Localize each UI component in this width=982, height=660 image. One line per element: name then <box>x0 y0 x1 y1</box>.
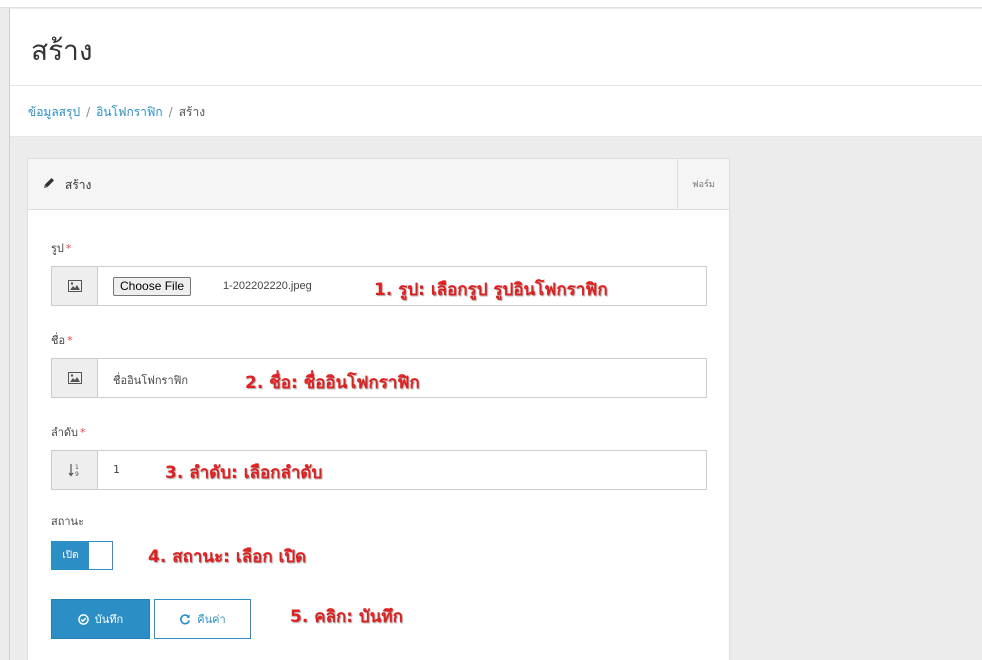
status-label: สถานะ <box>51 515 84 528</box>
tab-form[interactable]: ฟอร์ม <box>677 159 729 209</box>
name-addon <box>52 359 98 397</box>
save-button-label: บันทึก <box>94 613 124 626</box>
annotation-5: 5. คลิก: บันทึก <box>290 607 403 627</box>
annotation-2: 2. ชื่อ: ชื่ออินโฟกราฟิก <box>245 373 420 393</box>
order-input-value[interactable]: 1 <box>113 463 120 476</box>
annotation-4: 4. สถานะ: เลือก เปิด <box>148 547 307 567</box>
breadcrumb: ข้อมูลสรุป / อินโฟกราฟิก / สร้าง <box>28 103 205 122</box>
choose-file-button[interactable]: Choose File <box>113 277 192 296</box>
reset-button[interactable]: คืนค่า <box>154 599 251 639</box>
required-mark: * <box>65 242 72 255</box>
image-field: Choose File 1-202202220.jpeg 1. รูป: เลื… <box>51 266 707 306</box>
page-title: สร้าง <box>31 34 93 67</box>
panel-header: สร้าง ฟอร์ม <box>28 159 729 210</box>
image-label: รูป * <box>51 239 71 257</box>
panel-title: สร้าง <box>65 178 92 192</box>
order-label-text: ลำดับ <box>51 426 79 439</box>
image-addon <box>52 267 98 305</box>
check-circle-icon <box>77 613 89 625</box>
breadcrumb-link-summary[interactable]: ข้อมูลสรุป <box>28 105 80 119</box>
breadcrumb-separator: / <box>168 105 173 119</box>
save-button[interactable]: บันทึก <box>51 599 150 639</box>
order-label: ลำดับ * <box>51 423 86 441</box>
refresh-icon <box>180 614 191 625</box>
breadcrumb-bar: ข้อมูลสรุป / อินโฟกราฟิก / สร้าง <box>10 86 982 137</box>
status-toggle[interactable]: เปิด <box>51 541 113 570</box>
svg-text:9: 9 <box>75 471 79 477</box>
name-input-value[interactable]: ชื่ออินโฟกราฟิก <box>113 371 188 389</box>
page-header: สร้าง <box>10 9 982 86</box>
order-addon: 1 9 <box>52 451 98 489</box>
top-edge <box>0 0 982 8</box>
required-mark: * <box>67 334 73 347</box>
breadcrumb-current: สร้าง <box>178 105 206 119</box>
annotation-1: 1. รูป: เลือกรูป รูปอินโฟกราฟิก <box>374 280 608 300</box>
name-label-text: ชื่อ <box>51 334 66 347</box>
breadcrumb-separator: / <box>86 105 91 119</box>
file-name: 1-202202220.jpeg <box>223 280 312 292</box>
image-icon <box>67 280 82 292</box>
image-icon <box>67 372 82 384</box>
required-mark: * <box>80 426 86 439</box>
reset-button-label: คืนค่า <box>197 613 226 626</box>
status-toggle-on: เปิด <box>52 542 89 569</box>
annotation-3: 3. ลำดับ: เลือกลำดับ <box>165 463 323 483</box>
name-label: ชื่อ * <box>51 331 73 349</box>
svg-text:1: 1 <box>75 464 79 471</box>
breadcrumb-link-infographic[interactable]: อินโฟกราฟิก <box>96 105 163 119</box>
order-field[interactable]: 1 9 1 3. ลำดับ: เลือกลำดับ <box>51 450 707 490</box>
pencil-icon <box>44 178 54 188</box>
image-label-text: รูป <box>51 242 64 255</box>
name-field[interactable]: ชื่ออินโฟกราฟิก 2. ชื่อ: ชื่ออินโฟกราฟิก <box>51 358 707 398</box>
sort-numeric-icon: 1 9 <box>68 464 79 477</box>
form-panel: สร้าง ฟอร์ม <box>27 158 730 660</box>
